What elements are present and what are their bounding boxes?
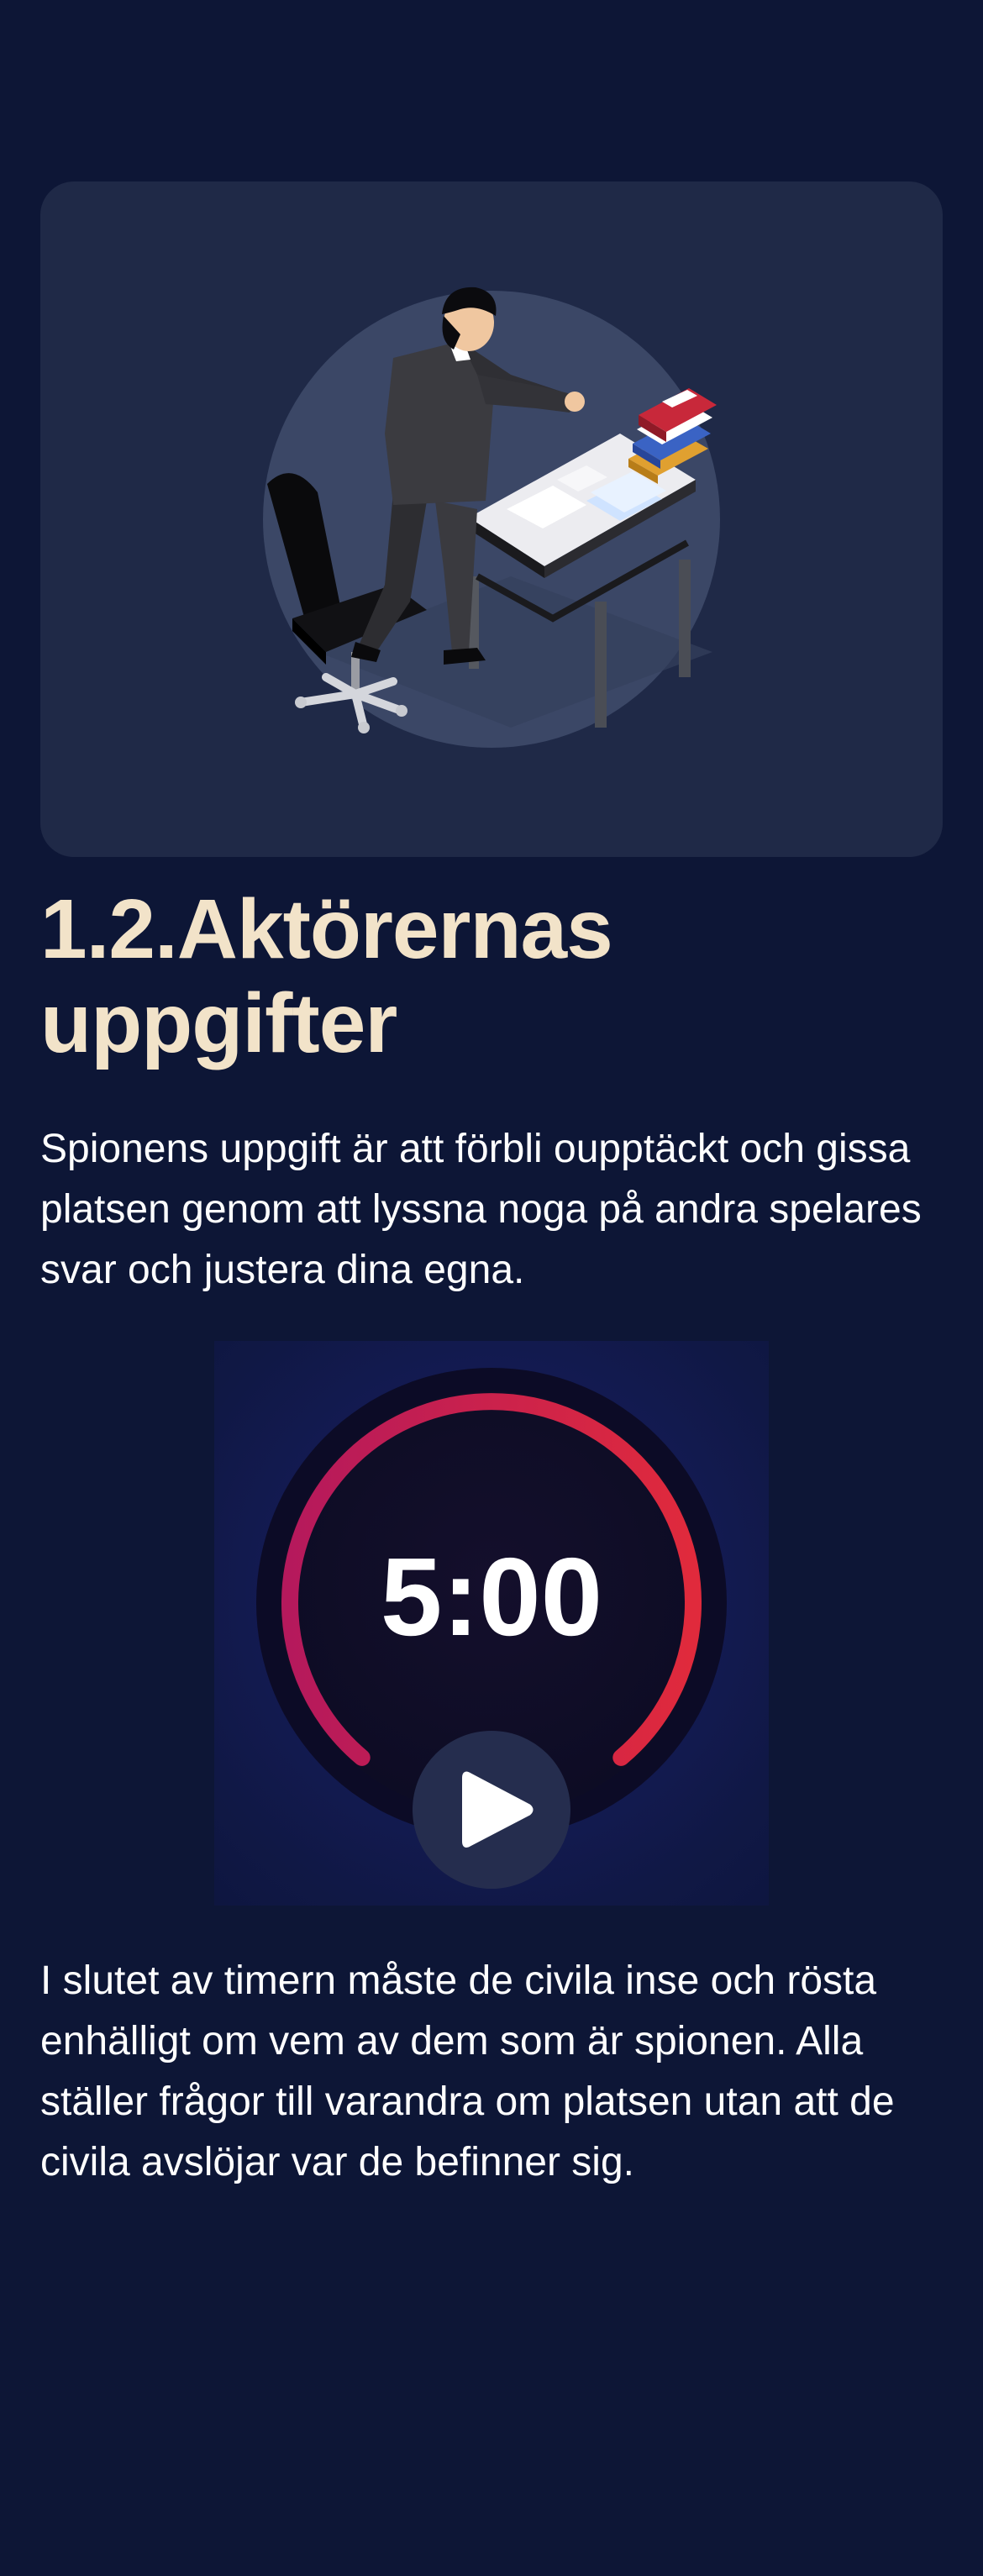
intro-paragraph: Spionens uppgift är att förbli oupptäckt…	[40, 1127, 922, 1292]
man-at-desk-illustration	[263, 287, 720, 748]
timer-readout: 5:00	[380, 1535, 603, 1659]
lesson-page: 1.2.Aktörernas uppgifter Spionens uppgif…	[0, 0, 983, 2576]
section-title: 1.2.Aktörernas uppgifter	[40, 882, 613, 1070]
play-button[interactable]	[413, 1731, 570, 1889]
timer-widget: 5:00	[214, 1341, 769, 1906]
hero-card	[40, 181, 943, 857]
outro-paragraph: I slutet av timern måste de civila inse …	[40, 1958, 895, 2184]
play-icon	[462, 1771, 534, 1848]
